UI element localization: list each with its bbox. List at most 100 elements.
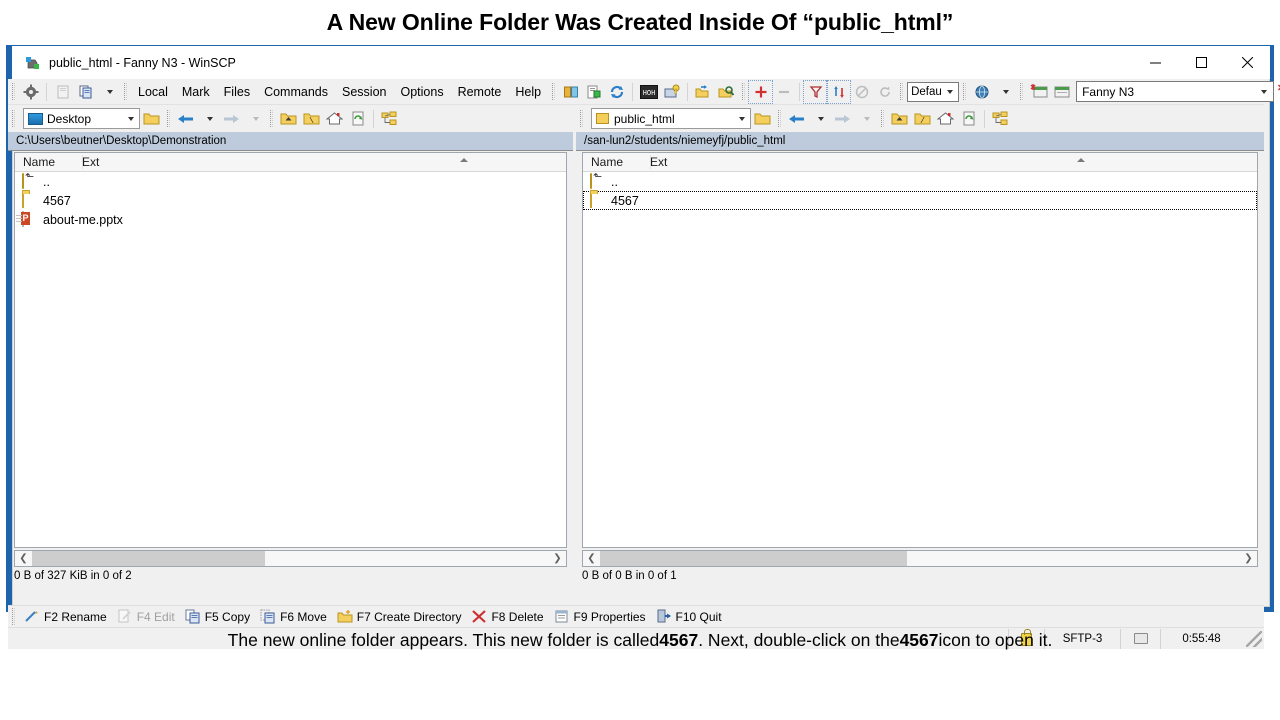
- toolbar-separator-3: [687, 82, 689, 101]
- chevron-down-icon[interactable]: [1256, 83, 1272, 100]
- scroll-track[interactable]: [32, 551, 549, 566]
- toolbar-grip[interactable]: [12, 83, 15, 100]
- home-directory-icon[interactable]: [323, 108, 346, 130]
- scroll-track[interactable]: [600, 551, 1240, 566]
- chevron-down-icon: [1003, 89, 1010, 94]
- folder-icon: [22, 191, 38, 209]
- menu-commands[interactable]: Commands: [257, 82, 335, 102]
- filter-icon[interactable]: [803, 79, 829, 104]
- root-directory-icon[interactable]: \: [300, 108, 323, 130]
- remote-sep: [984, 109, 985, 128]
- remote-dir-combo[interactable]: public_html: [591, 108, 751, 129]
- column-ext[interactable]: Ext: [650, 155, 850, 169]
- chevron-down-icon[interactable]: [734, 110, 749, 127]
- remote-back-icon[interactable]: [785, 108, 808, 130]
- local-dir-combo[interactable]: Desktop: [23, 108, 140, 129]
- remote-root-directory-icon[interactable]: /: [911, 108, 934, 130]
- local-sep: [373, 109, 374, 128]
- local-dirs-grip[interactable]: [270, 110, 273, 127]
- scroll-thumb[interactable]: [600, 551, 908, 566]
- scroll-right-icon[interactable]: ❯: [1240, 551, 1257, 566]
- slide-caption: The new online folder appears. This new …: [0, 620, 1280, 660]
- menu-toolbar: Local Mark Files Commands Session Option…: [8, 79, 1280, 105]
- menu-help[interactable]: Help: [508, 82, 548, 102]
- add-bookmark-icon[interactable]: [748, 79, 774, 104]
- toolbar5-grip[interactable]: [963, 83, 967, 100]
- synchronize-icon[interactable]: [692, 81, 715, 103]
- session-combo[interactable]: Fanny N3: [1076, 81, 1275, 102]
- tree-view-icon[interactable]: [378, 108, 401, 130]
- refresh-icon[interactable]: [605, 81, 628, 103]
- scroll-thumb[interactable]: [32, 551, 265, 566]
- local-file-list[interactable]: Name Ext .. 4567 about-me.pptx: [14, 152, 567, 548]
- copy-files-icon[interactable]: [74, 81, 97, 103]
- local-status: 0 B of 327 KiB in 0 of 2: [14, 570, 132, 582]
- remote-browse-icon[interactable]: [751, 108, 774, 130]
- sessions-list-icon[interactable]: [1050, 81, 1073, 103]
- scroll-left-icon[interactable]: ❮: [583, 551, 600, 566]
- menu-options[interactable]: Options: [393, 82, 450, 102]
- column-ext[interactable]: Ext: [82, 155, 282, 169]
- remote-refresh-icon[interactable]: [957, 108, 980, 130]
- gear-icon[interactable]: [19, 81, 42, 103]
- toolbar6-grip[interactable]: [1020, 83, 1024, 100]
- remote-back-dropdown[interactable]: [808, 108, 831, 130]
- list-item[interactable]: ..: [583, 172, 1257, 191]
- remote-nav-grip[interactable]: [580, 110, 583, 127]
- parent-directory-icon[interactable]: [277, 108, 300, 130]
- menu-mark[interactable]: Mark: [175, 82, 217, 102]
- toolbar3-grip[interactable]: [742, 83, 746, 100]
- column-name[interactable]: Name: [15, 155, 82, 169]
- remote-file-list[interactable]: Name Ext .. 4567: [582, 152, 1258, 548]
- console-icon[interactable]: HOH: [637, 81, 660, 103]
- remote-horizontal-scrollbar[interactable]: ❮ ❯: [582, 550, 1258, 567]
- list-item[interactable]: about-me.pptx: [15, 210, 566, 229]
- split-view-icon[interactable]: [559, 81, 582, 103]
- properties-icon[interactable]: [582, 81, 605, 103]
- close-session-icon[interactable]: [1274, 81, 1280, 103]
- globe-dropdown[interactable]: [993, 81, 1016, 103]
- local-nav-grip[interactable]: [12, 110, 15, 127]
- remote-dirs-grip[interactable]: [881, 110, 884, 127]
- remote-panel: /san-lun2/students/niemeyfj/public_html …: [576, 132, 1264, 584]
- local-horizontal-scrollbar[interactable]: ❮ ❯: [14, 550, 567, 567]
- chevron-down-icon[interactable]: [942, 83, 958, 100]
- remote-tree-view-icon[interactable]: [989, 108, 1012, 130]
- remote-home-directory-icon[interactable]: [934, 108, 957, 130]
- toolbar2-grip[interactable]: [552, 83, 556, 100]
- winscp-app-icon: [24, 55, 40, 71]
- globe-icon[interactable]: [970, 81, 993, 103]
- refresh-directory-icon[interactable]: [346, 108, 369, 130]
- local-browse-icon[interactable]: [140, 108, 163, 130]
- menu-session[interactable]: Session: [335, 82, 393, 102]
- list-item[interactable]: 4567: [15, 191, 566, 210]
- list-item[interactable]: 4567: [583, 191, 1257, 210]
- new-session-icon[interactable]: [1027, 81, 1050, 103]
- maximize-button[interactable]: [1178, 46, 1224, 79]
- toolbar4-grip[interactable]: [900, 83, 904, 100]
- chevron-down-icon[interactable]: [123, 110, 138, 127]
- menu-grip[interactable]: [124, 83, 127, 100]
- list-item[interactable]: ..: [15, 172, 566, 191]
- column-name[interactable]: Name: [583, 155, 650, 169]
- sync-browsing-icon[interactable]: [826, 79, 852, 104]
- search-icon[interactable]: [715, 81, 738, 103]
- menu-local[interactable]: Local: [131, 82, 175, 102]
- menu-remote[interactable]: Remote: [451, 82, 509, 102]
- close-button[interactable]: [1224, 46, 1270, 79]
- window-title: public_html - Fanny N3 - WinSCP: [49, 55, 236, 70]
- back-icon[interactable]: [174, 108, 197, 130]
- reload-icon: [873, 81, 896, 103]
- scroll-left-icon[interactable]: ❮: [15, 551, 32, 566]
- copy-files-dropdown[interactable]: [97, 81, 120, 103]
- local-history-grip[interactable]: [167, 110, 170, 127]
- back-dropdown[interactable]: [197, 108, 220, 130]
- local-panel: C:\Users\beutner\Desktop\Demonstration N…: [8, 132, 573, 584]
- scroll-right-icon[interactable]: ❯: [549, 551, 566, 566]
- keys-icon[interactable]: [660, 81, 683, 103]
- minimize-button[interactable]: [1132, 46, 1178, 79]
- menu-files[interactable]: Files: [217, 82, 257, 102]
- remote-history-grip[interactable]: [778, 110, 781, 127]
- transfer-preset-combo[interactable]: Defau: [907, 81, 960, 102]
- remote-parent-directory-icon[interactable]: [888, 108, 911, 130]
